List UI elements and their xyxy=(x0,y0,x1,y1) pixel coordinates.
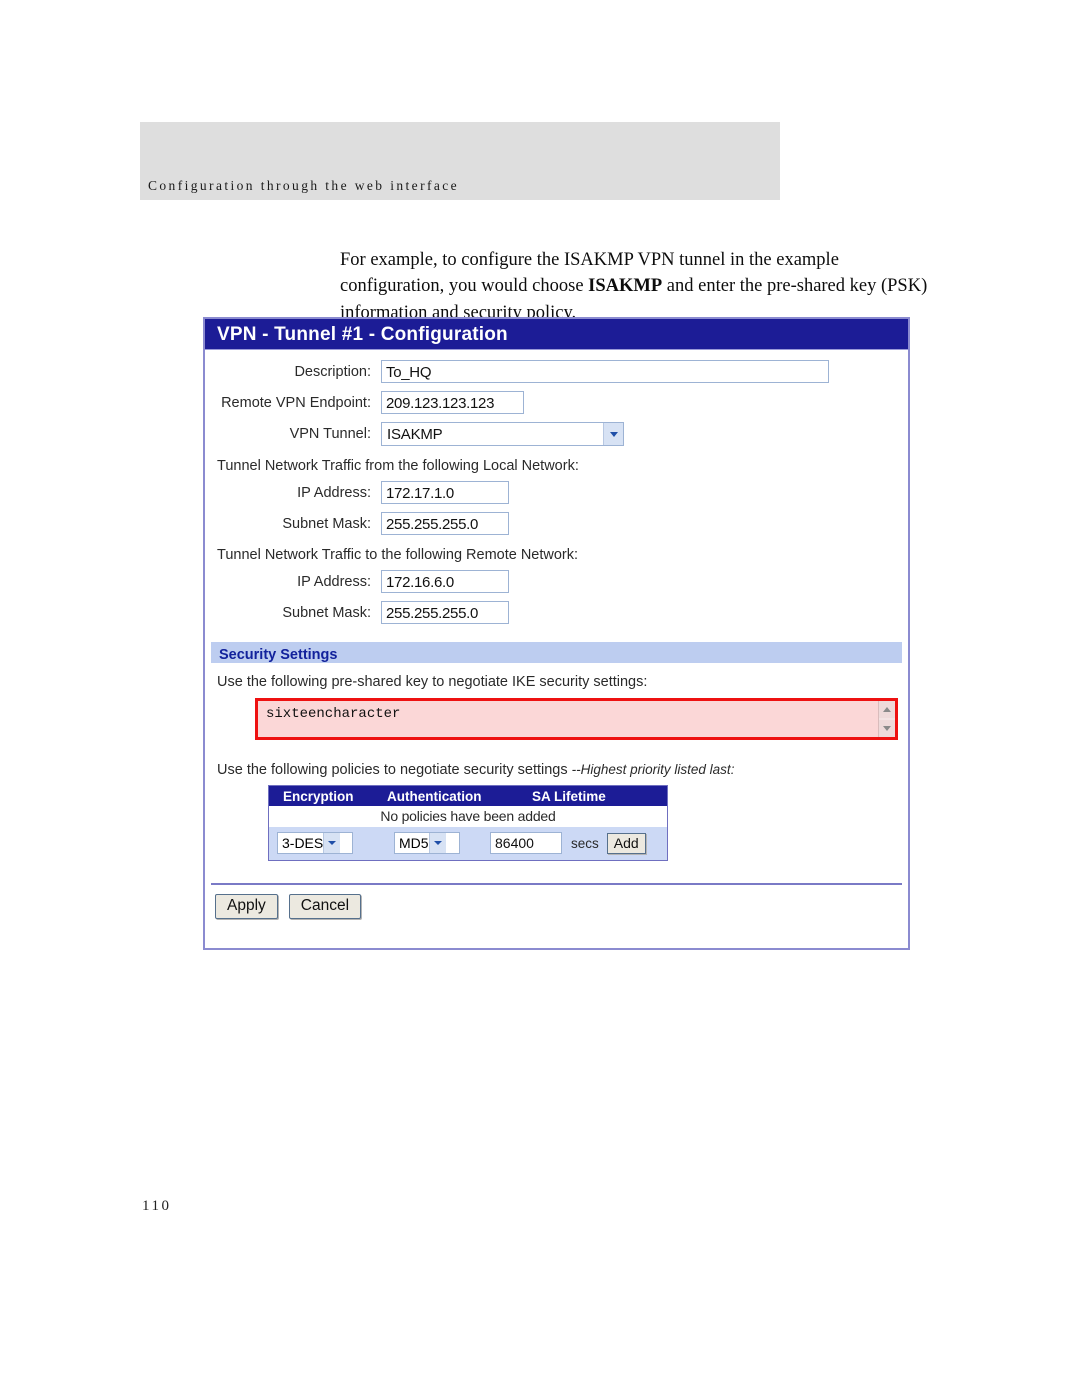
authentication-selected-value: MD5 xyxy=(399,835,429,851)
remote-ip-row: IP Address: 172.16.6.0 xyxy=(205,570,908,593)
encryption-selected-value: 3-DES xyxy=(282,835,324,851)
column-header-encryption: Encryption xyxy=(283,788,354,804)
psk-note: Use the following pre-shared key to nego… xyxy=(217,674,648,690)
chevron-down-icon[interactable] xyxy=(603,423,623,445)
policies-note-plain: Use the following policies to negotiate … xyxy=(217,762,572,778)
local-ip-input[interactable]: 172.17.1.0 xyxy=(381,481,509,504)
column-header-authentication: Authentication xyxy=(387,788,482,804)
chevron-up-icon[interactable] xyxy=(879,701,895,718)
body-paragraph: For example, to configure the ISAKMP VPN… xyxy=(340,247,940,327)
remote-mask-row: Subnet Mask: 255.255.255.0 xyxy=(205,601,908,624)
remote-endpoint-input[interactable]: 209.123.123.123 xyxy=(381,391,524,414)
vpn-tunnel-row: VPN Tunnel: ISAKMP xyxy=(205,422,908,446)
vpn-tunnel-selected-value: ISAKMP xyxy=(387,425,443,443)
pre-shared-key-value[interactable]: sixteencharacter xyxy=(258,701,878,737)
page-number: 110 xyxy=(142,1198,172,1214)
cancel-button[interactable]: Cancel xyxy=(288,894,362,919)
remote-mask-label: Subnet Mask: xyxy=(282,604,371,621)
running-header-text: Configuration through the web interface xyxy=(148,178,460,193)
chevron-down-icon[interactable] xyxy=(323,833,341,853)
policies-note-italic: --Highest priority listed last: xyxy=(571,762,735,777)
paragraph-bold-term: ISAKMP xyxy=(588,276,663,296)
vpn-tunnel-select[interactable]: ISAKMP xyxy=(381,422,624,446)
remote-ip-input[interactable]: 172.16.6.0 xyxy=(381,570,509,593)
remote-endpoint-row: Remote VPN Endpoint: 209.123.123.123 xyxy=(205,391,908,414)
description-label: Description: xyxy=(294,363,371,380)
remote-network-note: Tunnel Network Traffic to the following … xyxy=(217,547,579,563)
description-row: Description: To_HQ xyxy=(205,360,908,383)
remote-mask-input[interactable]: 255.255.255.0 xyxy=(381,601,509,624)
chevron-down-icon[interactable] xyxy=(879,720,895,737)
pre-shared-key-textarea[interactable]: sixteencharacter xyxy=(255,698,898,740)
policies-table: Encryption Authentication SA Lifetime No… xyxy=(268,785,668,861)
column-header-sa-lifetime: SA Lifetime xyxy=(532,788,606,804)
panel-action-buttons: Apply Cancel xyxy=(205,885,908,919)
local-ip-label: IP Address: xyxy=(297,484,371,501)
local-mask-label: Subnet Mask: xyxy=(282,515,371,532)
local-network-note: Tunnel Network Traffic from the followin… xyxy=(217,458,579,474)
security-settings-section-title: Security Settings xyxy=(211,642,902,663)
panel-title: VPN - Tunnel #1 - Configuration xyxy=(205,319,908,350)
sa-lifetime-input[interactable]: 86400 xyxy=(490,832,562,854)
psk-scrollbar[interactable] xyxy=(878,701,895,737)
policies-empty-message: No policies have been added xyxy=(269,806,667,827)
remote-ip-label: IP Address: xyxy=(297,573,371,590)
panel-body: Description: To_HQ Remote VPN Endpoint: … xyxy=(205,350,908,919)
add-policy-button[interactable]: Add xyxy=(606,832,646,854)
policies-controls-row: 3-DES MD5 86400 secs Add xyxy=(269,827,667,860)
local-mask-row: Subnet Mask: 255.255.255.0 xyxy=(205,512,908,535)
page-header-band: Configuration through the web interface xyxy=(140,122,780,200)
policies-table-header: Encryption Authentication SA Lifetime xyxy=(269,786,667,806)
sa-lifetime-units-label: secs xyxy=(571,835,599,851)
vpn-tunnel-label: VPN Tunnel: xyxy=(289,426,371,442)
encryption-select[interactable]: 3-DES xyxy=(277,832,353,854)
local-ip-row: IP Address: 172.17.1.0 xyxy=(205,481,908,504)
local-mask-input[interactable]: 255.255.255.0 xyxy=(381,512,509,535)
apply-button[interactable]: Apply xyxy=(215,894,278,919)
policies-note: Use the following policies to negotiate … xyxy=(205,762,908,778)
authentication-select[interactable]: MD5 xyxy=(394,832,460,854)
description-input[interactable]: To_HQ xyxy=(381,360,829,383)
chevron-down-icon[interactable] xyxy=(428,833,446,853)
remote-endpoint-label: Remote VPN Endpoint: xyxy=(221,394,371,411)
vpn-configuration-panel: VPN - Tunnel #1 - Configuration Descript… xyxy=(203,317,910,950)
